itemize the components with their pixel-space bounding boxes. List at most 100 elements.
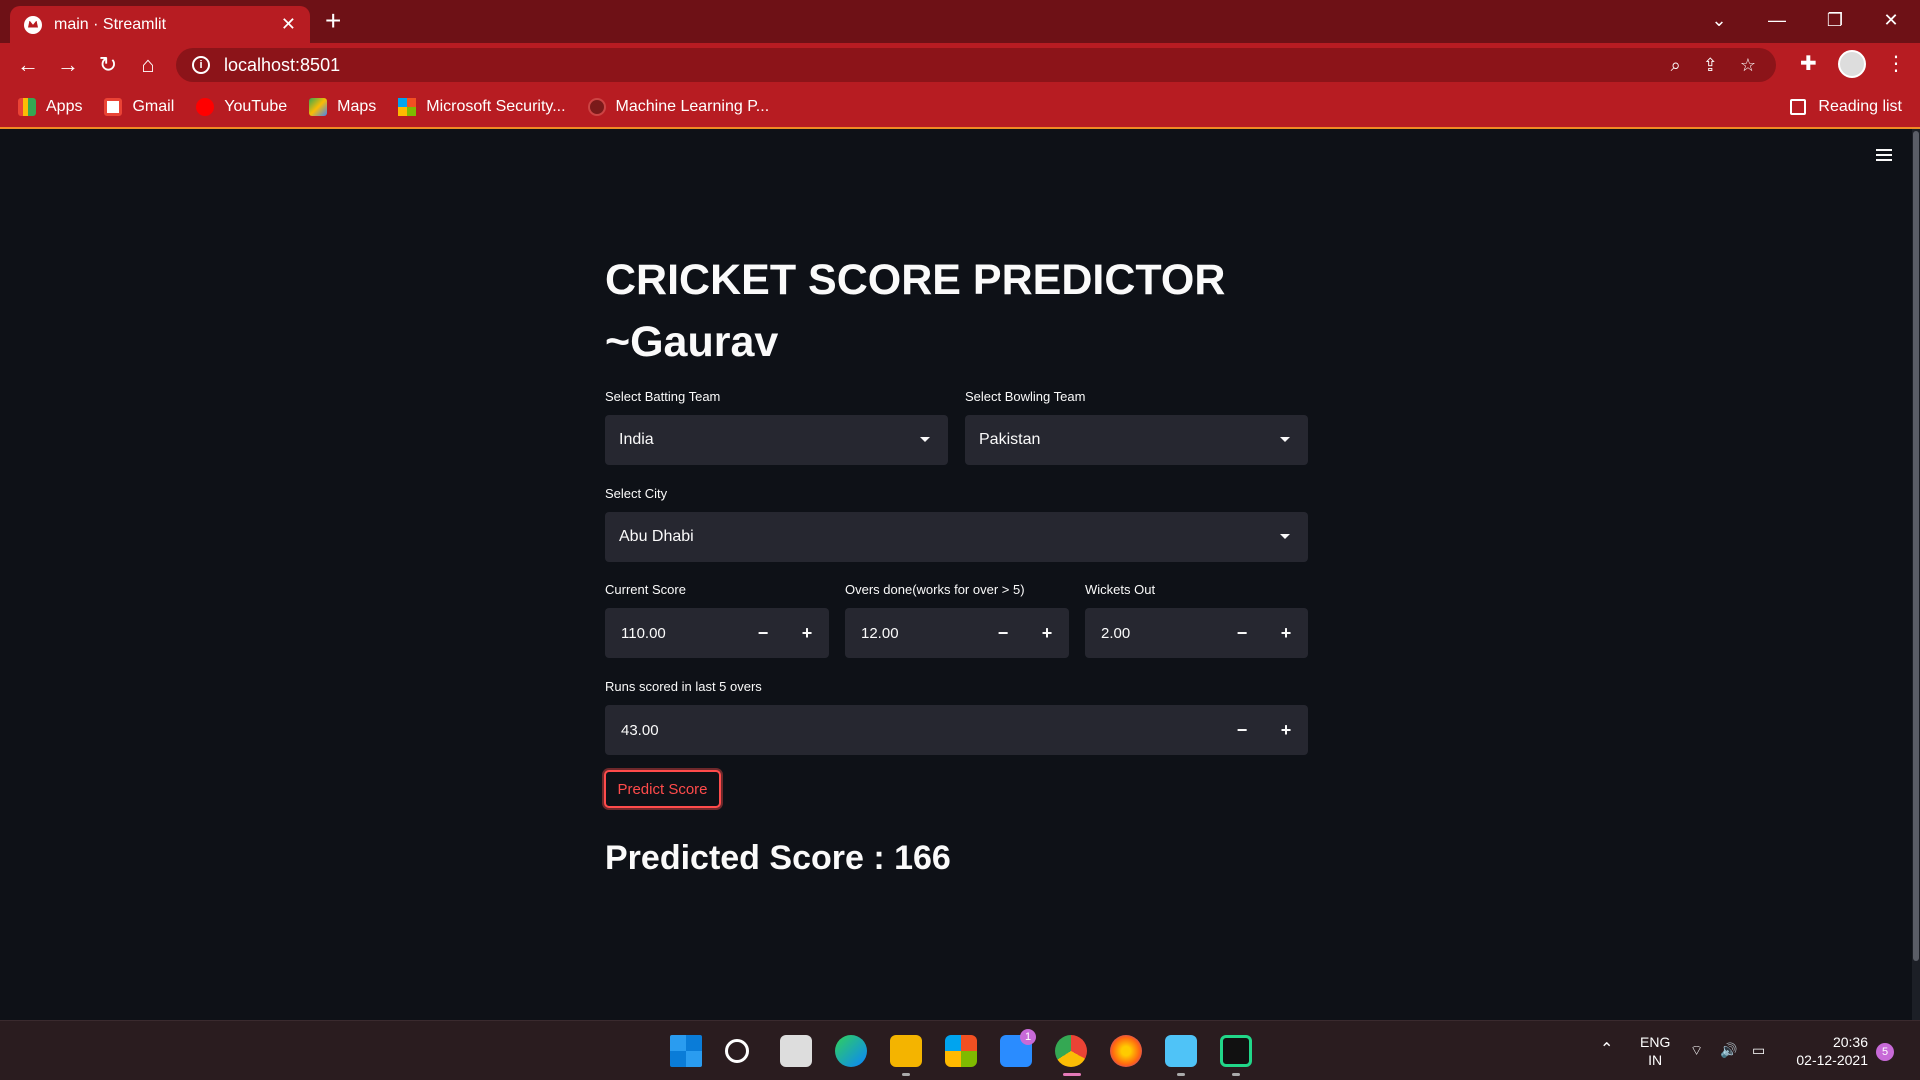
active-indicator (1063, 1073, 1081, 1076)
clock-date: 02-12-2021 (1796, 1052, 1868, 1068)
tab-search-icon[interactable]: ⌄ (1690, 0, 1748, 40)
running-indicator (1177, 1073, 1185, 1076)
clock-time: 20:36 (1832, 1034, 1868, 1050)
bookmark-label: YouTube (224, 98, 288, 115)
current-score-value[interactable]: 110.00 (605, 625, 741, 642)
zoom-icon[interactable]: ⌕ (1671, 55, 1681, 76)
title-line-2: ~Gaurav (605, 318, 779, 366)
tab-title: main · Streamlit (54, 15, 167, 33)
overs-input[interactable]: 12.00 − + (845, 608, 1069, 658)
windows-start-icon[interactable] (670, 1035, 702, 1067)
close-tab-icon[interactable]: ✕ (281, 14, 296, 35)
clock[interactable]: 20:36 02-12-2021 (1788, 1033, 1868, 1069)
site-info-icon[interactable]: i (192, 56, 210, 74)
increment-button[interactable]: + (1264, 608, 1308, 658)
firefox-icon[interactable] (1110, 1035, 1142, 1067)
overs-label: Overs done(works for over > 5) (845, 582, 1025, 597)
increment-button[interactable]: + (1264, 705, 1308, 755)
decrement-button[interactable]: − (741, 608, 785, 658)
bookmark-label: Apps (46, 98, 83, 115)
mail-badge: 1 (1020, 1029, 1036, 1045)
last-five-label: Runs scored in last 5 overs (605, 679, 762, 694)
taskbar: 1 ⌃ ENG IN ⌔ 🔊 ▭ 20:36 02-12-2021 5 (0, 1020, 1920, 1080)
forward-icon[interactable]: → (54, 51, 82, 79)
microsoft-logo-icon (398, 98, 417, 116)
volume-icon[interactable]: 🔊 (1720, 1041, 1737, 1059)
overs-value[interactable]: 12.00 (845, 625, 981, 642)
notepad-icon[interactable] (1165, 1035, 1197, 1067)
bookmark-maps[interactable]: Maps (309, 98, 376, 116)
wifi-icon[interactable]: ⌔ (1690, 1041, 1703, 1059)
scrollbar[interactable] (1912, 129, 1920, 1020)
reading-list-icon (1790, 99, 1807, 115)
bookmark-label: Gmail (132, 98, 175, 115)
reading-list-button[interactable]: Reading list (1790, 87, 1902, 127)
wickets-value[interactable]: 2.00 (1085, 625, 1220, 642)
bookmark-label: Microsoft Security... (426, 98, 566, 115)
restore-button[interactable]: ❐ (1806, 0, 1864, 40)
search-icon[interactable] (725, 1039, 749, 1063)
apps-grid-icon (18, 98, 36, 116)
decrement-button[interactable]: − (1220, 705, 1264, 755)
home-icon[interactable]: ⌂ (134, 51, 162, 79)
bowling-team-select[interactable]: Pakistan (965, 415, 1308, 465)
close-window-button[interactable]: ✕ (1862, 0, 1920, 40)
share-icon[interactable]: ⇪ (1703, 55, 1718, 76)
bowling-team-label: Select Bowling Team (965, 389, 1086, 404)
maps-icon (309, 98, 328, 116)
wickets-input[interactable]: 2.00 − + (1085, 608, 1308, 658)
youtube-icon (196, 98, 215, 116)
decrement-button[interactable]: − (1220, 608, 1264, 658)
battery-icon[interactable]: ▭ (1752, 1041, 1765, 1059)
language-indicator[interactable]: ENG IN (1640, 1033, 1670, 1069)
url-bar[interactable]: i localhost:8501 ⌕ ⇪ ☆ (176, 48, 1776, 82)
chrome-menu-icon[interactable]: ⋮ (1886, 51, 1906, 76)
city-label: Select City (605, 486, 668, 501)
bowling-team-value: Pakistan (979, 431, 1041, 448)
bookmark-microsoft-security[interactable]: Microsoft Security... (398, 98, 566, 116)
gmail-icon (104, 98, 123, 116)
chevron-down-icon (920, 437, 930, 442)
browser-tab[interactable]: main · Streamlit ✕ (10, 6, 310, 43)
task-view-icon[interactable] (780, 1035, 812, 1067)
hamburger-menu-icon[interactable] (1876, 149, 1892, 161)
extensions-icon[interactable]: ✚ (1800, 51, 1817, 76)
bookmark-machine-learning[interactable]: Machine Learning P... (587, 98, 769, 116)
back-icon[interactable]: ← (14, 51, 42, 79)
site-favicon-icon (587, 98, 606, 116)
minimize-button[interactable]: — (1748, 0, 1806, 40)
new-tab-button[interactable]: + (325, 6, 341, 36)
city-select[interactable]: Abu Dhabi (605, 512, 1308, 562)
predict-score-button[interactable]: Predict Score (604, 770, 721, 808)
bookmark-youtube[interactable]: YouTube (196, 98, 287, 116)
decrement-button[interactable]: − (981, 608, 1025, 658)
url-text[interactable]: localhost:8501 (224, 55, 340, 76)
notification-badge[interactable]: 5 (1876, 1043, 1894, 1061)
scrollbar-thumb[interactable] (1913, 131, 1919, 961)
last-five-input[interactable]: 43.00 − + (605, 705, 1308, 755)
increment-button[interactable]: + (785, 608, 829, 658)
file-explorer-icon[interactable] (890, 1035, 922, 1067)
address-toolbar: ← → ↻ ⌂ i localhost:8501 ⌕ ⇪ ☆ ✚ ⋮ (0, 43, 1920, 87)
region-code: IN (1648, 1052, 1663, 1068)
batting-team-select[interactable]: India (605, 415, 948, 465)
profile-avatar[interactable] (1838, 50, 1866, 78)
microsoft-store-icon[interactable] (945, 1035, 977, 1067)
edge-browser-icon[interactable] (835, 1035, 867, 1067)
bookmark-apps[interactable]: Apps (18, 98, 82, 116)
show-hidden-icons-icon[interactable]: ⌃ (1600, 1041, 1613, 1059)
current-score-input[interactable]: 110.00 − + (605, 608, 829, 658)
bookmarks-bar: Apps Gmail YouTube Maps Microsoft Securi… (0, 87, 1920, 129)
predicted-score-heading: Predicted Score : 166 (605, 839, 951, 877)
bookmark-star-icon[interactable]: ☆ (1740, 55, 1756, 76)
chrome-icon[interactable] (1055, 1035, 1087, 1067)
pycharm-icon[interactable] (1220, 1035, 1252, 1067)
batting-team-label: Select Batting Team (605, 389, 721, 404)
reload-icon[interactable]: ↻ (94, 51, 122, 79)
bookmark-gmail[interactable]: Gmail (104, 98, 174, 116)
last-five-value[interactable]: 43.00 (605, 722, 1220, 739)
reading-list-label: Reading list (1818, 98, 1902, 115)
page-title: CRICKET SCORE PREDICTOR ~Gaurav (605, 249, 1325, 373)
increment-button[interactable]: + (1025, 608, 1069, 658)
running-indicator (902, 1073, 910, 1076)
